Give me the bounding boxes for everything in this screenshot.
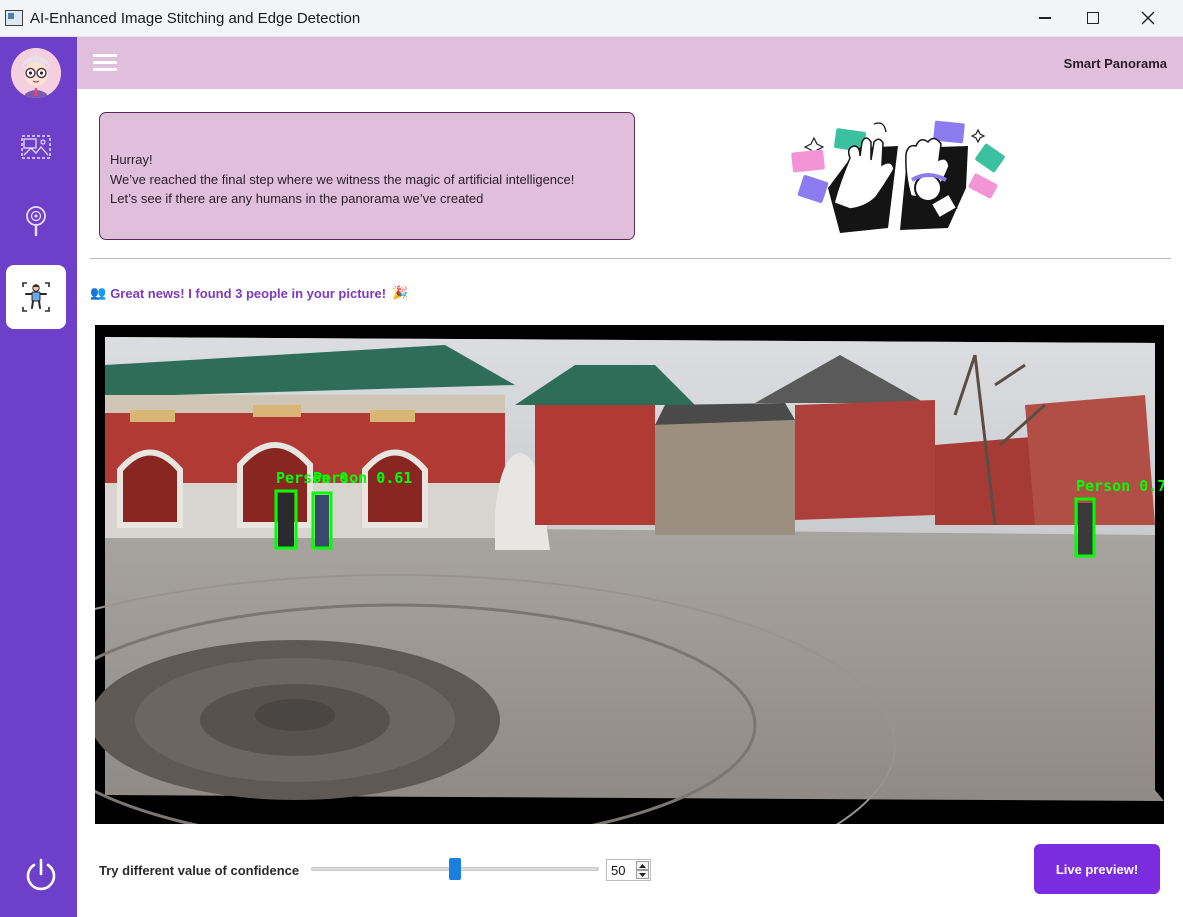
spinbox-up-button[interactable] bbox=[636, 861, 649, 870]
detection-label: Person 0.61 bbox=[313, 469, 412, 487]
panorama-image: Person 0. Person 0.61 Person 0.7 bbox=[95, 325, 1164, 824]
window-title: AI-Enhanced Image Stitching and Edge Det… bbox=[30, 10, 361, 27]
header-bar: Smart Panorama bbox=[77, 37, 1183, 89]
confidence-slider[interactable] bbox=[311, 858, 599, 880]
high-five-icon bbox=[791, 120, 1005, 233]
message-line-2: We’ve reached the final step where we wi… bbox=[110, 171, 575, 187]
spinbox-down-button[interactable] bbox=[636, 870, 649, 879]
window-titlebar: AI-Enhanced Image Stitching and Edge Det… bbox=[0, 0, 1183, 37]
sidebar-item-gallery[interactable] bbox=[6, 117, 66, 177]
detection-result-message: 👥 Great news! I found 3 people in your p… bbox=[90, 286, 408, 301]
message-card: Hurray! We’ve reached the final step whe… bbox=[99, 112, 635, 240]
panorama-scene: Person 0. Person 0.61 Person 0.7 bbox=[95, 337, 1164, 824]
sidebar bbox=[0, 37, 77, 917]
detection-result-text: Great news! I found 3 people in your pic… bbox=[110, 286, 387, 301]
hamburger-menu-icon[interactable] bbox=[93, 54, 117, 72]
sidebar-item-person-detection[interactable] bbox=[6, 265, 66, 329]
confidence-value: 50 bbox=[611, 863, 626, 878]
slider-handle[interactable] bbox=[449, 858, 461, 880]
live-preview-button[interactable]: Live preview! bbox=[1034, 844, 1160, 894]
close-icon bbox=[1141, 11, 1155, 25]
detection-label: Person 0.7 bbox=[1076, 477, 1164, 495]
close-button[interactable] bbox=[1124, 0, 1172, 36]
arrow-down-icon bbox=[639, 872, 646, 877]
app-icon bbox=[5, 10, 23, 26]
confidence-label: Try different value of confidence bbox=[99, 863, 300, 878]
party-icon: 🎉 bbox=[392, 286, 409, 301]
avatar[interactable] bbox=[11, 48, 61, 98]
message-line-3: Let’s see if there are any humans in the… bbox=[110, 191, 484, 206]
arrow-up-icon bbox=[639, 863, 646, 868]
people-icon: 👥 bbox=[90, 286, 107, 301]
maximize-button[interactable] bbox=[1069, 0, 1117, 36]
sidebar-item-search[interactable] bbox=[6, 191, 66, 251]
person-detect-icon bbox=[22, 282, 50, 312]
power-icon bbox=[26, 858, 56, 891]
section-divider bbox=[90, 258, 1171, 259]
gallery-icon bbox=[21, 135, 51, 159]
minimize-button[interactable] bbox=[1021, 0, 1069, 36]
magnifier-icon bbox=[26, 206, 46, 237]
message-line-1: Hurray! bbox=[110, 152, 153, 167]
maximize-icon bbox=[1087, 12, 1099, 24]
app-brand: Smart Panorama bbox=[1063, 56, 1167, 71]
spinbox-buttons bbox=[636, 861, 649, 879]
confidence-spinbox[interactable]: 50 bbox=[606, 859, 651, 881]
avatar-icon bbox=[11, 48, 61, 98]
high-five-illustration bbox=[788, 118, 1010, 236]
minimize-icon bbox=[1039, 17, 1051, 19]
power-button[interactable] bbox=[24, 857, 58, 891]
